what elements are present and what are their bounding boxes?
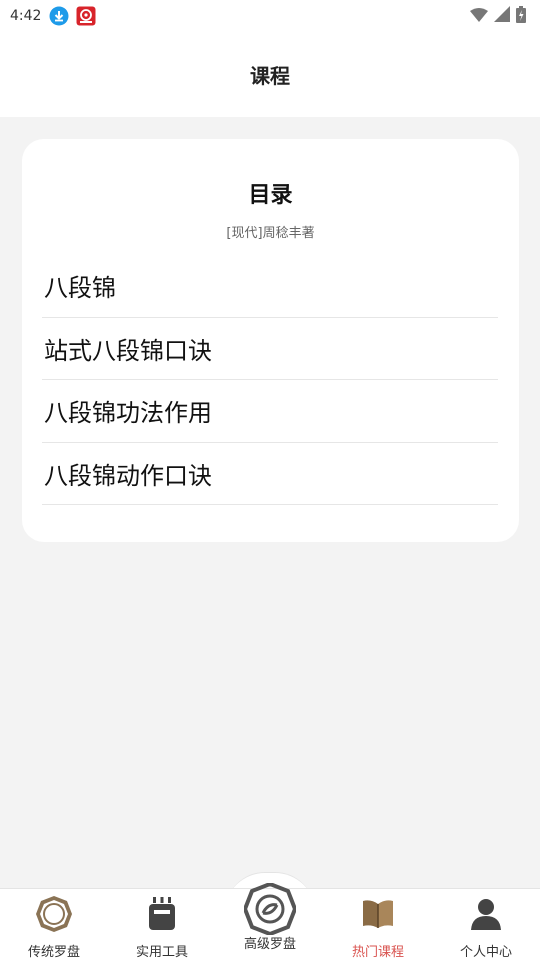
tab-popular-courses[interactable]: 热门课程 bbox=[324, 889, 432, 960]
toc-card: 目录 [现代]周稔丰著 八段锦 站式八段锦口诀 八段锦功法作用 八段锦动作口诀 bbox=[22, 139, 519, 542]
profile-icon bbox=[470, 889, 502, 939]
tab-label: 实用工具 bbox=[135, 945, 188, 960]
toc-author: [现代]周稔丰著 bbox=[226, 226, 315, 241]
advanced-compass-icon bbox=[244, 879, 296, 939]
tab-label: 热门课程 bbox=[351, 945, 404, 960]
tab-advanced-compass[interactable]: 高级罗盘 bbox=[216, 883, 324, 960]
toolbox-icon bbox=[147, 889, 177, 939]
signal-icon bbox=[494, 6, 510, 26]
wifi-icon bbox=[470, 7, 488, 26]
bottom-tabbar: 传统罗盘 实用工具 高级罗盘 热门课程 个人中心 bbox=[0, 883, 540, 960]
download-icon bbox=[49, 6, 69, 26]
battery-icon bbox=[516, 5, 526, 27]
toc-item-movement-verse[interactable]: 八段锦动作口诀 bbox=[42, 443, 498, 505]
status-time: 4:42 bbox=[10, 8, 42, 24]
toc-item-standing-verse[interactable]: 站式八段锦口诀 bbox=[42, 318, 498, 380]
toc-title: 目录 bbox=[248, 183, 293, 208]
tab-traditional-compass[interactable]: 传统罗盘 bbox=[0, 889, 108, 960]
status-bar: 4:42 bbox=[0, 0, 540, 32]
toc-item-baduanjin[interactable]: 八段锦 bbox=[42, 255, 498, 318]
app-notification-icon bbox=[76, 6, 96, 26]
tab-tools[interactable]: 实用工具 bbox=[108, 889, 216, 960]
tab-label: 高级罗盘 bbox=[243, 937, 296, 952]
compass-icon bbox=[35, 889, 73, 939]
page-title: 课程 bbox=[250, 64, 290, 88]
page-header: 课程 bbox=[0, 32, 540, 117]
toc-list: 八段锦 站式八段锦口诀 八段锦功法作用 八段锦动作口诀 bbox=[42, 255, 498, 505]
tab-profile[interactable]: 个人中心 bbox=[432, 889, 540, 960]
toc-item-benefits[interactable]: 八段锦功法作用 bbox=[42, 380, 498, 443]
book-icon bbox=[361, 889, 395, 939]
tab-label: 传统罗盘 bbox=[27, 945, 80, 960]
tab-label: 个人中心 bbox=[459, 945, 512, 960]
